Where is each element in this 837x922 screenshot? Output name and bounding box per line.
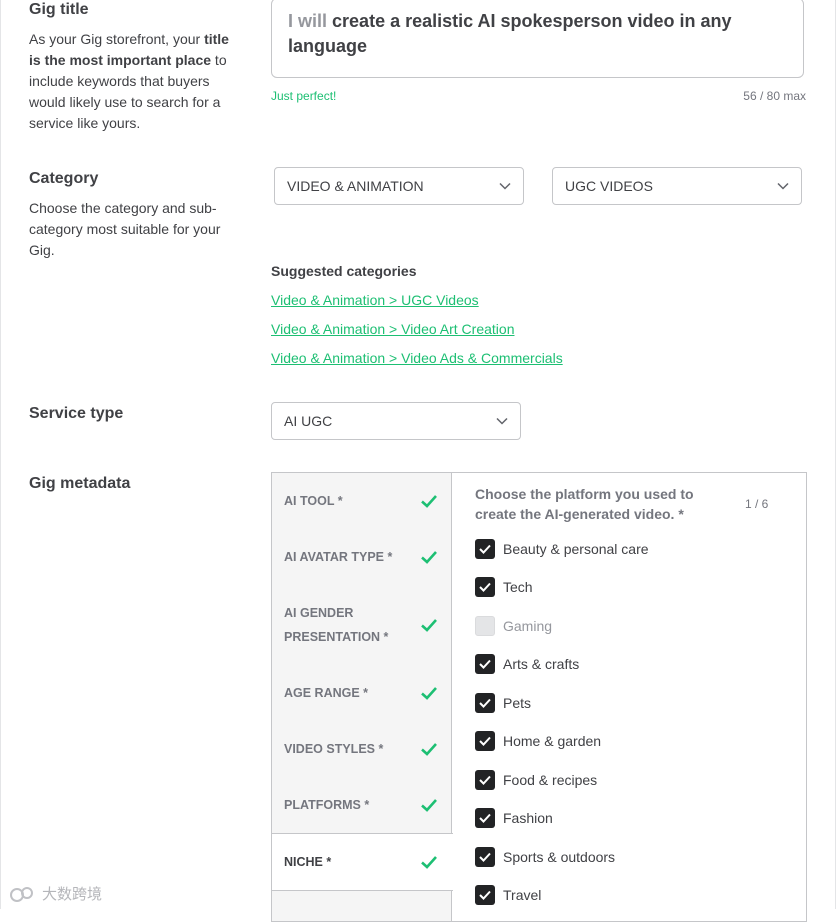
option-label: Home & garden xyxy=(503,733,602,749)
option-label: Tech xyxy=(503,579,533,595)
check-icon xyxy=(421,743,437,756)
metadata-tab-label: AI GENDER PRESENTATION * xyxy=(284,606,389,644)
check-icon xyxy=(421,856,437,869)
metadata-tab-ai-avatar-type[interactable]: AI AVATAR TYPE * xyxy=(272,529,451,585)
option-checkbox-gaming[interactable]: Gaming xyxy=(475,616,552,636)
metadata-tab-label: AI AVATAR TYPE * xyxy=(284,550,393,564)
subcategory-select-value: UGC VIDEOS xyxy=(565,178,653,194)
option-checkbox-pets[interactable]: Pets xyxy=(475,693,531,713)
checkbox-checked-icon xyxy=(475,885,495,905)
watermark-text: 大数跨境 xyxy=(42,886,103,903)
metadata-tab-niche[interactable]: NICHE * xyxy=(272,833,453,891)
option-checkbox-fashion[interactable]: Fashion xyxy=(475,808,553,828)
suggested-category-link[interactable]: Video & Animation > Video Art Creation xyxy=(271,321,514,337)
metadata-question: Choose the platform you used to create t… xyxy=(475,486,694,522)
gig-title-prefix: I will xyxy=(288,11,328,31)
subcategory-select[interactable]: UGC VIDEOS xyxy=(552,167,802,205)
service-type-select[interactable]: AI UGC xyxy=(271,402,521,440)
gig-title-heading: Gig title xyxy=(29,1,89,18)
metadata-tab-label: AGE RANGE * xyxy=(284,686,369,700)
checkbox-checked-icon xyxy=(475,693,495,713)
metadata-tab-age-range[interactable]: AGE RANGE * xyxy=(272,665,451,721)
option-checkbox-tech[interactable]: Tech xyxy=(475,577,533,597)
gig-title-input[interactable]: I will create a realistic AI spokesperso… xyxy=(271,0,804,78)
gig-title-desc-part: As your Gig storefront, your xyxy=(29,31,205,47)
check-icon xyxy=(421,687,437,700)
checkbox-checked-icon xyxy=(475,731,495,751)
chevron-down-icon xyxy=(496,415,508,427)
chevron-down-icon xyxy=(499,180,511,192)
gig-title-description: As your Gig storefront, your title is th… xyxy=(29,29,244,134)
gig-title-char-count: 56 / 80 max xyxy=(743,89,806,103)
option-checkbox-sports-outdoors[interactable]: Sports & outdoors xyxy=(475,847,615,867)
suggested-category-link[interactable]: Video & Animation > UGC Videos xyxy=(271,292,479,308)
option-checkbox-arts-crafts[interactable]: Arts & crafts xyxy=(475,654,579,674)
check-icon xyxy=(421,799,437,812)
metadata-selection-count: 1 / 6 xyxy=(745,497,769,511)
gig-metadata-heading: Gig metadata xyxy=(29,475,131,492)
checkbox-checked-icon xyxy=(475,539,495,559)
checkbox-checked-icon xyxy=(475,847,495,867)
option-label: Travel xyxy=(503,887,542,903)
gig-title-hint: Just perfect! xyxy=(271,89,337,103)
check-icon xyxy=(421,619,437,632)
metadata-tab-label: NICHE * xyxy=(284,855,332,869)
option-checkbox-home-garden[interactable]: Home & garden xyxy=(475,731,601,751)
watermark-logo-icon xyxy=(10,886,33,902)
check-icon xyxy=(421,551,437,564)
suggested-categories-title: Suggested categories xyxy=(271,263,417,279)
option-label: Pets xyxy=(503,695,532,711)
checkbox-checked-icon xyxy=(475,654,495,674)
checkbox-checked-icon xyxy=(475,577,495,597)
checkbox-checked-icon xyxy=(475,808,495,828)
option-label: Food & recipes xyxy=(503,772,598,788)
checkbox-checked-icon xyxy=(475,770,495,790)
metadata-tab-label: VIDEO STYLES * xyxy=(284,742,384,756)
service-type-select-value: AI UGC xyxy=(284,413,333,429)
suggested-category-link[interactable]: Video & Animation > Video Ads & Commerci… xyxy=(271,350,563,366)
watermark: 大数跨境 xyxy=(8,883,102,904)
option-label: Beauty & personal care xyxy=(503,541,649,557)
check-icon xyxy=(421,495,437,508)
metadata-tab-platforms[interactable]: PLATFORMS * xyxy=(272,777,451,833)
category-select-value: VIDEO & ANIMATION xyxy=(287,178,424,194)
option-checkbox-food-recipes[interactable]: Food & recipes xyxy=(475,770,597,790)
metadata-tab-ai-tool[interactable]: AI TOOL * xyxy=(272,473,451,529)
checkbox-disabled-icon xyxy=(475,616,495,636)
option-label: Gaming xyxy=(503,618,553,634)
gig-title-value: create a realistic AI spokesperson video… xyxy=(288,11,732,56)
option-checkbox-travel[interactable]: Travel xyxy=(475,885,541,905)
metadata-tab-label: AI TOOL * xyxy=(284,494,343,508)
option-label: Arts & crafts xyxy=(503,656,580,672)
chevron-down-icon xyxy=(777,180,789,192)
option-label: Sports & outdoors xyxy=(503,849,616,865)
category-description: Choose the category and sub-category mos… xyxy=(29,200,221,258)
metadata-tab-label: PLATFORMS * xyxy=(284,798,370,812)
category-select[interactable]: VIDEO & ANIMATION xyxy=(274,167,524,205)
metadata-tabs: AI TOOL * AI AVATAR TYPE * AI GENDER PRE… xyxy=(272,473,453,921)
service-type-heading: Service type xyxy=(29,405,124,422)
metadata-tab-ai-gender-presentation[interactable]: AI GENDER PRESENTATION * xyxy=(272,585,451,665)
option-label: Fashion xyxy=(503,810,553,826)
metadata-tab-video-styles[interactable]: VIDEO STYLES * xyxy=(272,721,451,777)
category-heading: Category xyxy=(29,170,99,187)
option-checkbox-beauty-personal-care[interactable]: Beauty & personal care xyxy=(475,539,649,559)
